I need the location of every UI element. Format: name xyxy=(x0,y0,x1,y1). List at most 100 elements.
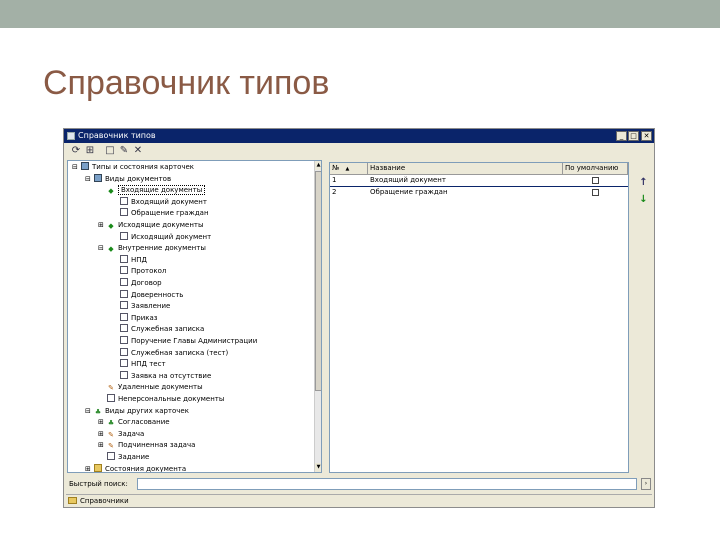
tree-item[interactable]: ✎ Удаленные документы xyxy=(98,382,203,393)
tree-item[interactable]: Приказ xyxy=(111,312,158,324)
tree-item-label: Подчиненная задача xyxy=(118,441,196,450)
document-icon xyxy=(120,278,128,286)
table-row[interactable]: 1 Входящий документ xyxy=(330,175,628,187)
tree-item[interactable]: Протокол xyxy=(111,266,166,277)
search-go-button[interactable]: › xyxy=(641,478,651,490)
quick-search-bar: Быстрый поиск: › xyxy=(67,477,651,491)
tree-item[interactable]: Исходящий документ xyxy=(111,231,211,243)
tree-item[interactable]: Неперсональные документы xyxy=(98,394,224,405)
tree-item[interactable]: ⊞ ✎ Подчиненная задача xyxy=(98,440,195,451)
tree-item[interactable]: ⊞ ✎ Задача xyxy=(98,429,144,440)
expander-icon[interactable]: ⊞ xyxy=(98,220,107,231)
window-title: Справочник типов xyxy=(78,131,156,140)
tree-item-label: Входящие документы xyxy=(118,185,206,196)
tree-item-label: Согласование xyxy=(118,418,170,427)
tree-item[interactable]: Служебная записка (тест) xyxy=(111,347,228,359)
tree-item[interactable]: Входящий документ xyxy=(111,196,207,208)
grid-header: № ▲ Название По умолчанию xyxy=(330,163,628,175)
column-header-default[interactable]: По умолчанию xyxy=(563,163,628,174)
maximize-button[interactable]: □ xyxy=(628,131,639,141)
app-window: Справочник типов _ □ ✕ ⟳ ⊞ □ ✎ ✕ ⊟ Типы и сос… xyxy=(63,128,655,508)
folder-icon xyxy=(94,463,102,472)
tree-icon[interactable]: ⊞ xyxy=(84,145,96,157)
expander-icon[interactable]: ⊟ xyxy=(98,243,107,254)
scroll-thumb[interactable] xyxy=(315,171,321,391)
edit-icon[interactable]: ✎ xyxy=(118,145,130,157)
task-icon: ✎ xyxy=(108,384,114,393)
tree-item-label: Неперсональные документы xyxy=(118,395,225,403)
expander-icon[interactable]: ⊞ xyxy=(85,464,94,472)
tree-scrollbar[interactable]: ▲ ▼ xyxy=(314,161,321,472)
tree-item[interactable]: ⊞ Состояния документа xyxy=(85,463,187,473)
document-icon xyxy=(120,289,128,298)
row-number: 1 xyxy=(332,176,337,184)
tree-item-label: Доверенность xyxy=(131,290,184,299)
tree-item[interactable]: НПД тест xyxy=(111,359,166,370)
document-icon xyxy=(120,266,128,275)
tree-item[interactable]: ⊟ ♣ Виды других карточек xyxy=(85,406,189,417)
tree-item[interactable]: Поручение Главы Администрации xyxy=(111,336,257,347)
type-tree[interactable]: ⊟ Типы и состояния карточек ⊟ Виды документ… xyxy=(67,160,322,473)
close-button[interactable]: ✕ xyxy=(641,131,652,141)
group-icon: ♣ xyxy=(107,419,115,428)
tree-item-label: Удаленные документы xyxy=(118,383,203,392)
tree-item[interactable]: Заявление xyxy=(111,301,170,312)
default-checkbox[interactable] xyxy=(592,177,599,184)
arrow-icon: ◆ xyxy=(108,245,114,254)
tree-item[interactable]: ◆ Входящие документы xyxy=(98,185,206,196)
minimize-button[interactable]: _ xyxy=(616,131,627,141)
tree-item[interactable]: ⊟ Типы и состояния карточек xyxy=(72,162,194,173)
document-icon xyxy=(120,196,128,205)
tree-item-label: Типы и состояния карточек xyxy=(92,163,195,171)
column-number-label: № xyxy=(332,164,340,172)
scroll-down-arrow[interactable]: ▼ xyxy=(315,463,321,472)
table-row[interactable]: 2 Обращение граждан xyxy=(330,187,628,198)
slide-title: Справочник типов xyxy=(43,64,330,102)
expander-icon[interactable]: ⊞ xyxy=(98,429,107,440)
document-icon xyxy=(120,347,128,356)
document-icon xyxy=(120,208,128,217)
expander-icon[interactable]: ⊟ xyxy=(72,162,81,173)
move-down-button[interactable]: ↓ xyxy=(637,194,650,207)
window-titlebar: Справочник типов _ □ ✕ xyxy=(64,129,654,143)
tree-item[interactable]: Доверенность xyxy=(111,289,184,301)
tree-item-label: Внутренние документы xyxy=(118,244,206,253)
tree-item[interactable]: Обращение граждан xyxy=(111,208,209,219)
document-icon xyxy=(120,370,128,379)
tree-item[interactable]: ⊟ ◆ Внутренние документы xyxy=(98,243,206,254)
tree-item[interactable]: ⊟ Виды документов xyxy=(85,173,172,185)
expander-icon[interactable]: ⊟ xyxy=(85,174,94,185)
document-icon xyxy=(120,301,128,310)
tree-item[interactable]: Задание xyxy=(98,452,149,463)
types-grid: № ▲ Название По умолчанию 1 Входящий доку… xyxy=(329,162,629,473)
tree-item[interactable]: Договор xyxy=(111,278,162,289)
tree-item[interactable]: ⊞ ◆ Исходящие документы xyxy=(98,220,204,231)
tree-item-label: Состояния документа xyxy=(105,464,187,473)
expander-icon[interactable]: ⊞ xyxy=(98,440,107,451)
move-up-button[interactable]: ↑ xyxy=(637,177,650,190)
add-icon[interactable]: □ xyxy=(104,145,116,157)
column-header-number[interactable]: № ▲ xyxy=(330,163,368,174)
group-icon: ♣ xyxy=(94,407,102,416)
expander-icon[interactable]: ⊟ xyxy=(85,406,94,417)
quick-search-input[interactable] xyxy=(137,478,637,490)
tree-item[interactable]: Служебная записка xyxy=(111,324,204,335)
default-checkbox[interactable] xyxy=(592,189,599,196)
tree-item[interactable]: Заявка на отсутствие xyxy=(111,370,211,382)
row-name: Обращение граждан xyxy=(370,188,448,196)
tree-item-label: Заявление xyxy=(131,302,171,311)
delete-icon[interactable]: ✕ xyxy=(132,145,144,157)
document-icon xyxy=(107,394,115,402)
document-icon xyxy=(120,312,128,321)
column-header-name[interactable]: Название xyxy=(368,163,563,174)
document-icon xyxy=(120,231,128,240)
refresh-icon[interactable]: ⟳ xyxy=(70,145,82,157)
status-bar: Справочники xyxy=(66,494,652,507)
scroll-up-arrow[interactable]: ▲ xyxy=(315,161,321,170)
tree-item[interactable]: ⊞ ♣ Согласование xyxy=(98,417,170,428)
expander-icon[interactable]: ⊞ xyxy=(98,417,107,428)
task-icon: ✎ xyxy=(108,430,114,439)
arrow-icon: ◆ xyxy=(108,187,114,196)
tree-item-label: Виды документов xyxy=(105,174,172,183)
tree-item[interactable]: НПД xyxy=(111,254,147,266)
